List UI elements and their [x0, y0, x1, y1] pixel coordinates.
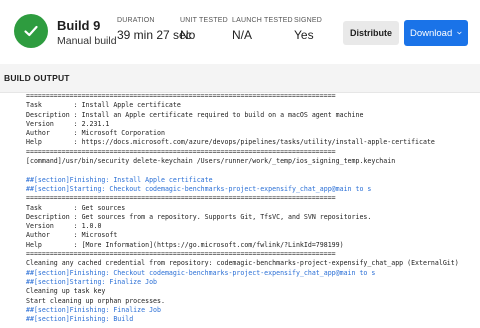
check-icon	[24, 25, 38, 37]
build-trigger: Manual build	[57, 35, 117, 47]
log-line: Cleaning any cached credential from repo…	[26, 259, 459, 268]
log-line: Task : Get sources	[26, 203, 126, 212]
meta-unit-tested-value: No	[180, 28, 196, 42]
log-section-line: ##[section]Starting: Finalize Job	[26, 277, 158, 286]
log-line: ========================================…	[26, 250, 336, 259]
log-section-line: ##[section]Starting: Checkout codemagic-…	[26, 184, 372, 193]
meta-launch-tested-value: N/A	[232, 28, 253, 42]
build-title: Build 9	[57, 18, 101, 33]
build-status-badge	[14, 14, 48, 48]
meta-unit-tested-label: UNIT TESTED	[180, 17, 228, 24]
log-line: Start cleaning up orphan processes.	[26, 296, 165, 305]
log-line: Description : Get sources from a reposit…	[26, 212, 372, 221]
log-line: ========================================…	[26, 147, 336, 156]
log-line: Task : Install Apple certificate	[26, 101, 181, 110]
build-output-title: BUILD OUTPUT	[4, 73, 70, 83]
download-button[interactable]: Download	[404, 20, 468, 46]
build-log[interactable]: ========================================…	[26, 92, 476, 328]
download-button-label: Download	[410, 27, 453, 39]
log-section-line: ##[section]Finishing: Checkout codemagic…	[26, 268, 376, 277]
log-section-line: ##[section]Finishing: Finalize Job	[26, 305, 161, 314]
log-line: Version : 2.231.1	[26, 119, 110, 128]
log-section-line: ##[section]Finishing: Install Apple cert…	[26, 175, 213, 184]
log-command-line: [command]/usr/bin/security delete-keycha…	[26, 157, 396, 166]
log-line: Author : Microsoft	[26, 231, 118, 240]
chevron-down-icon	[457, 31, 462, 35]
build-header: Build 9 Manual build DURATION 39 min 27 …	[0, 0, 480, 65]
log-line: Author : Microsoft Corporation	[26, 129, 165, 138]
meta-unit-tested: UNIT TESTED No	[180, 17, 228, 42]
build-output-header: BUILD OUTPUT	[0, 64, 480, 93]
distribute-button-label: Distribute	[349, 28, 392, 38]
meta-signed: SIGNED Yes	[294, 17, 322, 42]
log-line: Cleaning up task key	[26, 287, 106, 296]
log-line: ========================================…	[26, 92, 336, 100]
meta-signed-label: SIGNED	[294, 17, 323, 24]
meta-launch-tested-label: LAUNCH TESTED	[232, 17, 293, 24]
log-line: ========================================…	[26, 194, 336, 203]
meta-launch-tested: LAUNCH TESTED N/A	[232, 17, 293, 42]
log-line: Help : [More Information](https://go.mic…	[26, 240, 344, 249]
log-line: Help : https://docs.microsoft.com/azure/…	[26, 138, 435, 147]
log-line: Version : 1.0.0	[26, 222, 102, 231]
meta-signed-value: Yes	[294, 28, 314, 42]
log-line: Description : Install an Apple certifica…	[26, 110, 364, 119]
log-section-line: ##[section]Finishing: Build	[26, 315, 134, 324]
distribute-button[interactable]: Distribute	[343, 21, 399, 45]
